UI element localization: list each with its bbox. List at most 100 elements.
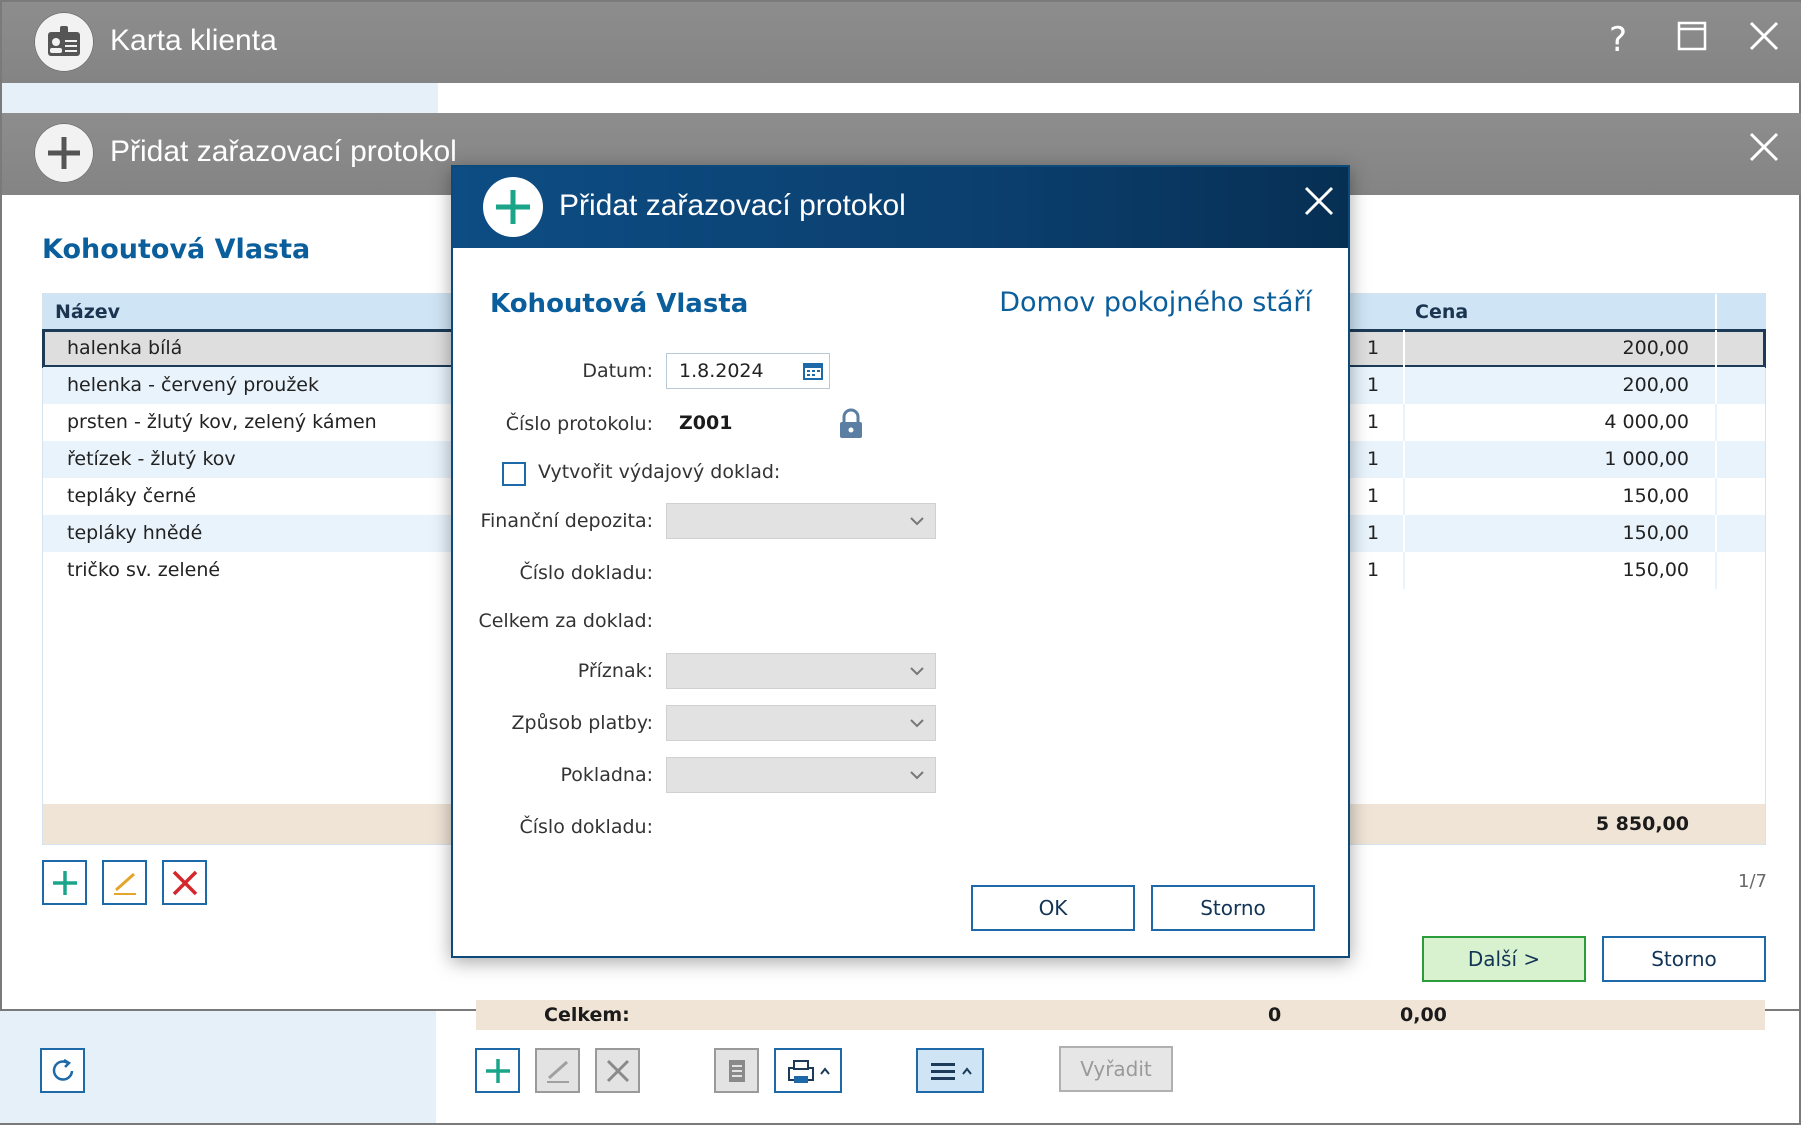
close-icon[interactable] bbox=[1742, 131, 1786, 175]
background-total-price: 0,00 bbox=[1400, 1004, 1447, 1026]
row-name: tepláky hnědé bbox=[67, 522, 203, 544]
add-protocol-dialog: Přidat zařazovací protokol Kohoutová Vla… bbox=[451, 165, 1350, 958]
row-qty: 1 bbox=[1367, 411, 1380, 433]
row-name: helenka - červený proužek bbox=[67, 374, 319, 396]
deposit-select[interactable] bbox=[666, 503, 936, 539]
plus-icon bbox=[485, 1058, 510, 1083]
background-edit-button[interactable] bbox=[535, 1048, 580, 1093]
print-button[interactable] bbox=[774, 1048, 842, 1093]
row-price: 1 000,00 bbox=[1403, 441, 1695, 478]
outer-title-bar: Karta klienta ? bbox=[2, 2, 1801, 83]
background-total-label: Celkem: bbox=[544, 1004, 630, 1026]
row-tail bbox=[1715, 404, 1765, 441]
column-divider bbox=[1715, 294, 1717, 330]
next-button[interactable]: Další > bbox=[1422, 936, 1586, 982]
column-header-price[interactable]: Cena bbox=[1415, 294, 1468, 330]
deposit-label: Finanční depozita: bbox=[480, 510, 653, 532]
payment-method-select[interactable] bbox=[666, 705, 936, 741]
background-total-qty: 0 bbox=[1268, 1004, 1282, 1026]
refresh-button[interactable] bbox=[40, 1048, 85, 1093]
lock-icon[interactable] bbox=[838, 408, 864, 444]
dialog-title: Přidat zařazovací protokol bbox=[559, 189, 906, 222]
column-header-name[interactable]: Název bbox=[55, 294, 120, 330]
background-add-button[interactable] bbox=[475, 1048, 520, 1093]
dialog-cancel-button[interactable]: Storno bbox=[1151, 885, 1315, 931]
document-button[interactable] bbox=[714, 1048, 759, 1093]
date-label: Datum: bbox=[582, 360, 653, 382]
close-icon[interactable] bbox=[1742, 20, 1786, 64]
payment-method-label: Způsob platby: bbox=[511, 712, 654, 734]
document-number-2-label: Číslo dokladu: bbox=[519, 816, 653, 838]
delete-item-button[interactable] bbox=[162, 860, 207, 905]
row-tail bbox=[1715, 552, 1765, 589]
ok-button[interactable]: OK bbox=[971, 885, 1135, 931]
help-button[interactable]: ? bbox=[1596, 20, 1640, 64]
row-tail bbox=[1715, 367, 1765, 404]
row-tail bbox=[1715, 478, 1765, 515]
document-number-label: Číslo dokladu: bbox=[519, 562, 653, 584]
row-price: 150,00 bbox=[1403, 478, 1695, 515]
refresh-icon bbox=[52, 1058, 73, 1081]
document-icon bbox=[728, 1059, 745, 1082]
client-card-icon bbox=[34, 12, 94, 72]
cashbox-select[interactable] bbox=[666, 757, 936, 793]
flag-select[interactable] bbox=[666, 653, 936, 689]
maximize-icon[interactable] bbox=[1670, 20, 1714, 64]
date-field[interactable]: 1.8.2024 bbox=[666, 353, 830, 389]
chevron-down-icon bbox=[910, 667, 924, 676]
create-document-label: Vytvořit výdajový doklad: bbox=[538, 461, 781, 483]
pencil-icon bbox=[546, 1060, 569, 1083]
row-name: prsten - žlutý kov, zelený kámen bbox=[67, 411, 377, 433]
dialog-client-name: Kohoutová Vlasta bbox=[490, 289, 749, 319]
row-name: tepláky černé bbox=[67, 485, 197, 507]
background-total-row: Celkem: 0 0,00 bbox=[476, 1000, 1765, 1030]
printer-icon bbox=[788, 1059, 830, 1083]
calendar-icon bbox=[803, 363, 823, 380]
close-icon[interactable] bbox=[1297, 185, 1341, 229]
row-name: halenka bílá bbox=[67, 337, 183, 359]
menu-button[interactable] bbox=[916, 1048, 984, 1093]
row-price: 150,00 bbox=[1403, 515, 1695, 552]
row-qty: 1 bbox=[1367, 374, 1380, 396]
plus-circle-icon bbox=[34, 123, 94, 183]
dialog-title-bar: Přidat zařazovací protokol bbox=[453, 167, 1348, 248]
add-item-button[interactable] bbox=[42, 860, 87, 905]
row-qty: 1 bbox=[1367, 559, 1380, 581]
row-name: tričko sv. zelené bbox=[67, 559, 221, 581]
layer2-window-title: Přidat zařazovací protokol bbox=[110, 135, 457, 168]
hamburger-icon bbox=[931, 1062, 972, 1080]
edit-item-button[interactable] bbox=[102, 860, 147, 905]
row-price: 4 000,00 bbox=[1403, 404, 1695, 441]
create-document-checkbox[interactable] bbox=[502, 462, 526, 486]
row-tail bbox=[1715, 515, 1765, 552]
row-price: 200,00 bbox=[1403, 330, 1695, 367]
bottom-left-panel bbox=[0, 1011, 436, 1123]
row-qty: 1 bbox=[1367, 448, 1380, 470]
row-qty: 1 bbox=[1367, 485, 1380, 507]
remove-button[interactable]: Vyřadit bbox=[1059, 1046, 1173, 1092]
row-name: řetízek - žlutý kov bbox=[67, 448, 236, 470]
row-tail bbox=[1715, 330, 1765, 367]
date-value: 1.8.2024 bbox=[679, 360, 764, 382]
delete-icon bbox=[172, 870, 197, 895]
page-indicator: 1/7 bbox=[1738, 871, 1767, 892]
chevron-down-icon bbox=[910, 517, 924, 526]
chevron-down-icon bbox=[910, 771, 924, 780]
row-price: 150,00 bbox=[1403, 552, 1695, 589]
protocol-number-value: Z001 bbox=[679, 412, 733, 434]
cashbox-label: Pokladna: bbox=[560, 764, 653, 786]
cancel-button[interactable]: Storno bbox=[1602, 936, 1766, 982]
row-qty: 1 bbox=[1367, 337, 1380, 359]
plus-icon bbox=[52, 870, 77, 895]
row-qty: 1 bbox=[1367, 522, 1380, 544]
client-name-heading: Kohoutová Vlasta bbox=[42, 234, 311, 265]
outer-left-panel bbox=[2, 83, 438, 113]
background-delete-button[interactable] bbox=[595, 1048, 640, 1093]
pencil-icon bbox=[113, 872, 136, 895]
chevron-down-icon bbox=[910, 719, 924, 728]
plus-circle-icon bbox=[483, 177, 543, 237]
protocol-number-label: Číslo protokolu: bbox=[505, 413, 653, 435]
flag-label: Příznak: bbox=[577, 660, 653, 682]
document-total-label: Celkem za doklad: bbox=[478, 610, 653, 632]
row-price: 200,00 bbox=[1403, 367, 1695, 404]
